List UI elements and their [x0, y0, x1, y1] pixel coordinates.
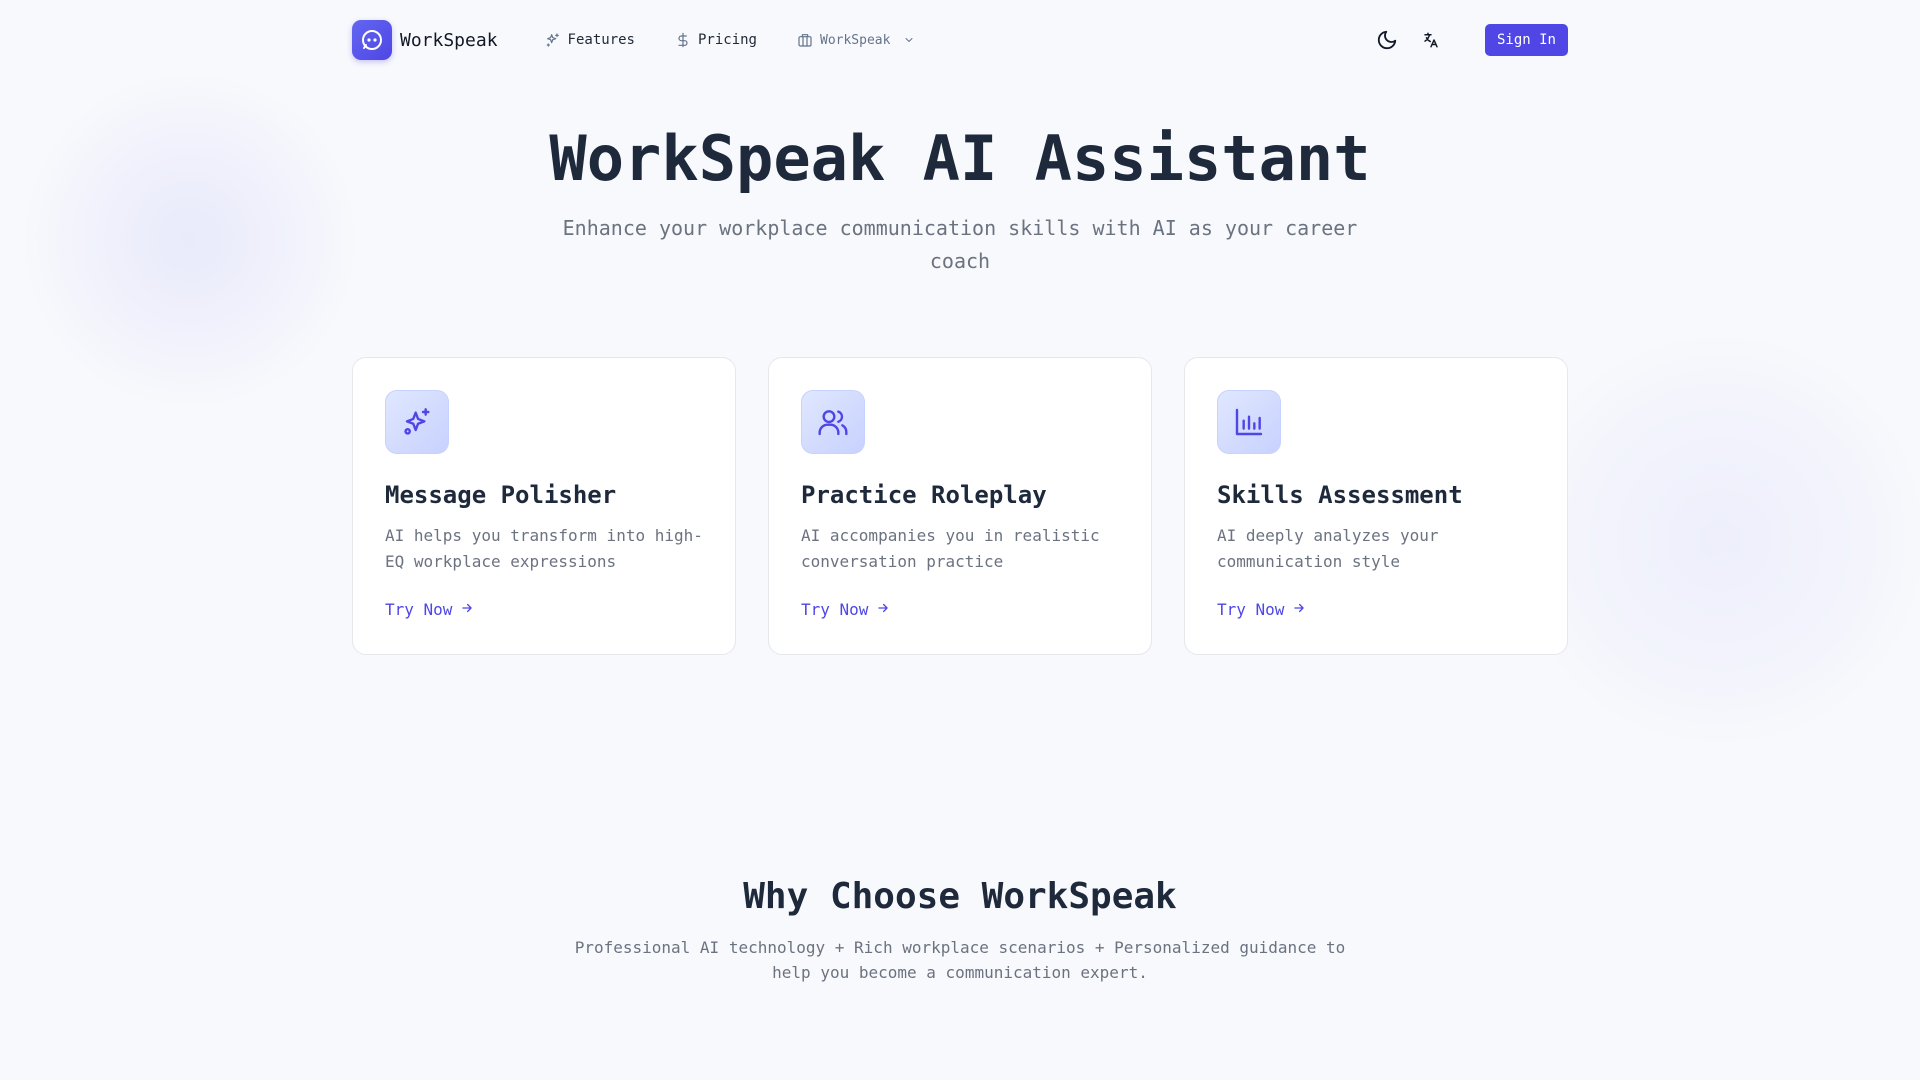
theme-toggle-moon-icon[interactable]: [1371, 24, 1403, 56]
feature-card-practice-roleplay[interactable]: Practice Roleplay AI accompanies you in …: [768, 357, 1152, 655]
try-now-link[interactable]: Try Now: [801, 600, 890, 619]
sparkles-icon: [385, 390, 449, 454]
hero-title: WorkSpeak AI Assistant: [549, 122, 1371, 195]
nav-dropdown-workspeak[interactable]: WorkSpeak: [797, 32, 915, 48]
nav-item-label: Pricing: [697, 32, 757, 48]
top-nav-bar: WorkSpeak Features Pricing WorkSpeak Sig…: [352, 18, 1568, 62]
why-section-title: Why Choose WorkSpeak: [743, 876, 1177, 917]
try-now-link[interactable]: Try Now: [385, 600, 474, 619]
chevron-down-icon: [903, 34, 915, 46]
card-description: AI deeply analyzes your communication st…: [1217, 526, 1439, 571]
card-title: Skills Assessment: [1217, 481, 1463, 509]
building-icon: [797, 32, 813, 48]
try-now-label: Try Now: [1217, 600, 1285, 619]
feature-cards: Message Polisher AI helps you transform …: [352, 357, 1568, 655]
nav-item-features[interactable]: Features: [545, 32, 635, 48]
nav-item-label: WorkSpeak: [820, 32, 891, 48]
try-now-label: Try Now: [385, 600, 453, 619]
card-title: Message Polisher: [385, 481, 617, 509]
nav-item-label: Features: [567, 32, 635, 48]
arrow-right-icon: [460, 600, 474, 619]
feature-card-skills-assessment[interactable]: Skills Assessment AI deeply analyzes you…: [1184, 357, 1568, 655]
card-title: Practice Roleplay: [801, 481, 1047, 509]
sign-in-button[interactable]: Sign In: [1485, 24, 1568, 56]
try-now-link[interactable]: Try Now: [1217, 600, 1306, 619]
feature-card-message-polisher[interactable]: Message Polisher AI helps you transform …: [352, 357, 736, 655]
arrow-right-icon: [876, 600, 890, 619]
logo-icon[interactable]: [352, 20, 392, 60]
try-now-label: Try Now: [801, 600, 869, 619]
background-glow-left: [20, 70, 360, 410]
users-icon: [801, 390, 865, 454]
arrow-right-icon: [1292, 600, 1306, 619]
sparkles-icon: [545, 32, 561, 48]
header-actions: Sign In: [1371, 24, 1568, 56]
card-description: AI accompanies you in realistic conversa…: [801, 526, 1100, 571]
bar-chart-icon: [1217, 390, 1281, 454]
background-glow-right: [1510, 330, 1920, 750]
hero-subtitle: Enhance your workplace communication ski…: [562, 216, 1358, 273]
dollar-icon: [675, 32, 691, 48]
brand-name[interactable]: WorkSpeak: [400, 30, 498, 51]
card-description: AI helps you transform into high-EQ work…: [385, 526, 703, 571]
main-nav: Features Pricing WorkSpeak: [545, 32, 916, 48]
language-translate-icon[interactable]: [1415, 24, 1447, 56]
nav-item-pricing[interactable]: Pricing: [675, 32, 757, 48]
why-section-subtitle: Professional AI technology + Rich workpl…: [574, 938, 1346, 982]
